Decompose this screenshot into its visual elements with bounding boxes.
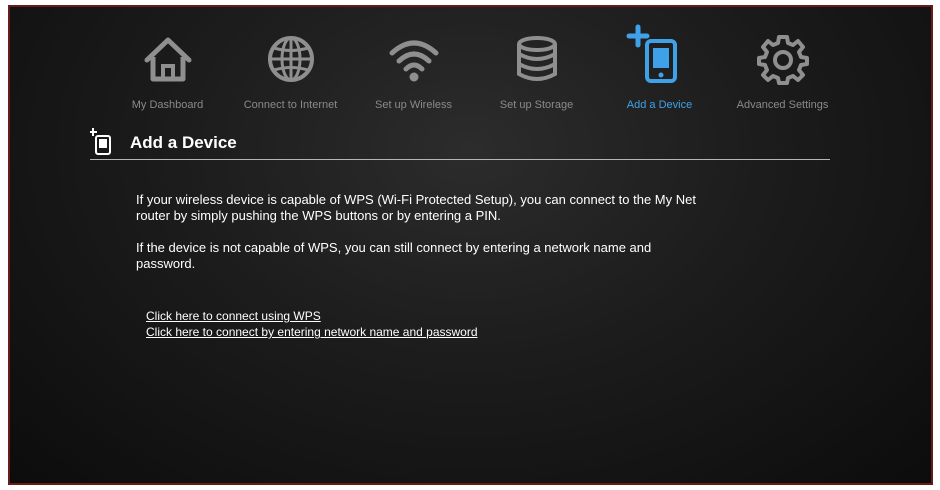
- nav-label: My Dashboard: [131, 99, 204, 111]
- nav-set-up-storage[interactable]: Set up Storage: [475, 17, 598, 117]
- gear-icon: [757, 33, 809, 85]
- nav-label: Set up Storage: [499, 99, 574, 111]
- nav-label: Add a Device: [626, 99, 693, 111]
- instructions: If your wireless device is capable of WP…: [136, 192, 696, 288]
- instruction-paragraph-manual: If the device is not capable of WPS, you…: [136, 240, 652, 271]
- nav-connect-to-internet[interactable]: Connect to Internet: [229, 17, 352, 117]
- connect-wps-link[interactable]: Click here to connect using WPS: [146, 308, 478, 324]
- storage-icon: [511, 33, 563, 85]
- page-title: Add a Device: [130, 133, 237, 152]
- nav-label: Connect to Internet: [243, 99, 338, 111]
- instruction-paragraph-wps: If your wireless device is capable of WP…: [136, 192, 696, 223]
- add-device-icon: [90, 127, 112, 155]
- nav-my-dashboard[interactable]: My Dashboard: [106, 17, 229, 117]
- add-device-icon: [626, 24, 686, 85]
- wifi-icon: [388, 33, 440, 85]
- nav-label: Set up Wireless: [374, 99, 453, 111]
- section-header: Add a Device: [90, 125, 830, 160]
- nav-add-a-device[interactable]: Add a Device: [598, 17, 721, 117]
- home-icon: [142, 33, 194, 85]
- main-nav: My Dashboard Connect to Internet Set up …: [106, 17, 846, 117]
- connection-links: Click here to connect using WPS Click he…: [146, 308, 478, 340]
- nav-advanced-settings[interactable]: Advanced Settings: [721, 17, 844, 117]
- nav-set-up-wireless[interactable]: Set up Wireless: [352, 17, 475, 117]
- globe-icon: [265, 33, 317, 85]
- connect-manual-link[interactable]: Click here to connect by entering networ…: [146, 324, 478, 340]
- router-admin-window: My Dashboard Connect to Internet Set up …: [8, 5, 933, 485]
- nav-label: Advanced Settings: [736, 99, 829, 111]
